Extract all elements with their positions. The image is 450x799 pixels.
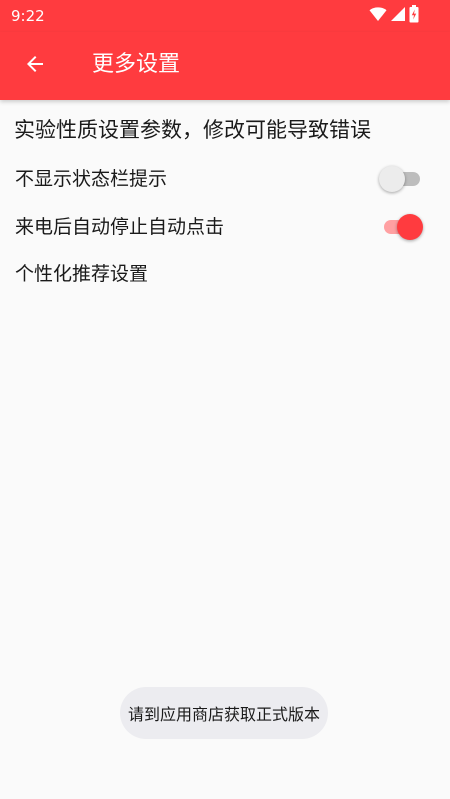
status-icons — [369, 5, 419, 27]
status-bar: 9:22 — [0, 0, 450, 32]
app-bar: 更多设置 — [0, 32, 450, 100]
experimental-warning: 实验性质设置参数，修改可能导致错误 — [14, 118, 371, 142]
signal-icon — [390, 6, 406, 26]
setting-label: 来电后自动停止自动点击 — [15, 216, 225, 238]
setting-label: 不显示状态栏提示 — [15, 168, 168, 190]
battery-charging-icon — [409, 5, 419, 27]
setting-label: 个性化推荐设置 — [15, 263, 149, 285]
switch-thumb — [397, 214, 423, 240]
setting-stop-on-incoming-call[interactable]: 来电后自动停止自动点击 — [0, 204, 450, 250]
status-time: 9:22 — [11, 7, 45, 25]
wifi-icon — [369, 6, 387, 26]
setting-hide-status-bar-hint[interactable]: 不显示状态栏提示 — [0, 156, 450, 202]
arrow-left-icon — [23, 52, 47, 80]
setting-personalized-recommendation[interactable]: 个性化推荐设置 — [0, 251, 450, 297]
toast-message: 请到应用商店获取正式版本 — [120, 687, 328, 739]
hide-status-bar-hint-toggle[interactable] — [379, 166, 423, 192]
switch-thumb — [379, 166, 405, 192]
page-title: 更多设置 — [92, 52, 181, 77]
stop-on-incoming-call-toggle[interactable] — [381, 214, 423, 240]
back-button[interactable] — [14, 45, 56, 87]
